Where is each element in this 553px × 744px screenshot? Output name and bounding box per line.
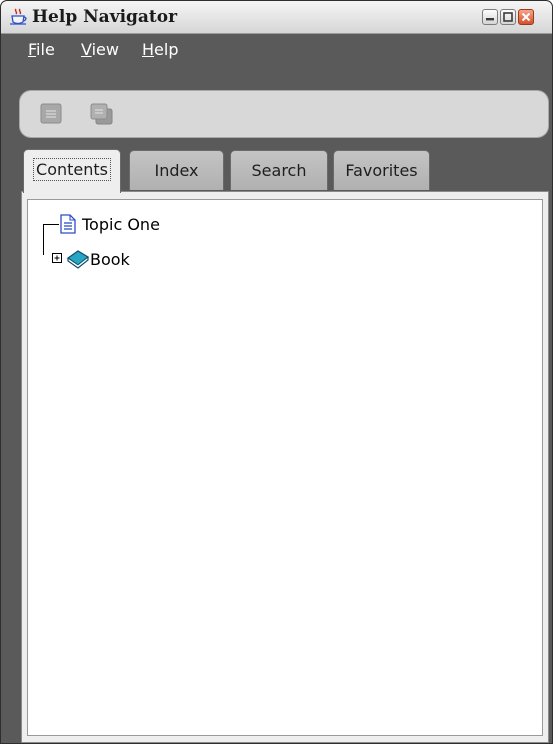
minimize-button[interactable] [482, 9, 498, 25]
tab-search[interactable]: Search [230, 150, 328, 190]
tab-index-label: Index [154, 161, 199, 180]
expand-plus-icon[interactable] [52, 253, 63, 264]
menu-help[interactable]: Help [142, 40, 178, 59]
previous-page-icon [40, 103, 62, 124]
tab-contents-label: Contents [33, 158, 111, 181]
close-icon [521, 12, 531, 22]
menu-file[interactable]: File [28, 40, 55, 59]
toolbar [19, 90, 549, 138]
java-coffee-icon [10, 8, 27, 25]
tab-contents[interactable]: Contents [23, 149, 121, 193]
contents-tree[interactable]: Topic One Book [27, 199, 543, 736]
maximize-button[interactable] [500, 9, 516, 25]
window-title: Help Navigator [32, 7, 178, 27]
print-button[interactable] [89, 102, 115, 126]
topic-page-icon [60, 214, 76, 234]
tab-favorites[interactable]: Favorites [333, 150, 430, 190]
maximize-icon [503, 12, 513, 22]
tab-index[interactable]: Index [129, 150, 224, 190]
menu-bar: File View Help [1, 34, 552, 62]
contents-panel: Topic One Book [21, 191, 549, 743]
tree-node-label: Book [90, 250, 130, 269]
help-navigator-window: Help Navigator File View Help Contents I… [0, 0, 553, 744]
book-icon [67, 250, 89, 269]
minimize-icon [486, 18, 494, 21]
tree-node-label: Topic One [82, 215, 160, 234]
previous-button[interactable] [39, 102, 65, 126]
title-bar[interactable]: Help Navigator [1, 1, 552, 34]
print-icon [90, 103, 113, 125]
tab-favorites-label: Favorites [345, 161, 418, 180]
close-button[interactable] [518, 9, 534, 25]
menu-view[interactable]: View [81, 40, 119, 59]
tab-search-label: Search [251, 161, 307, 180]
